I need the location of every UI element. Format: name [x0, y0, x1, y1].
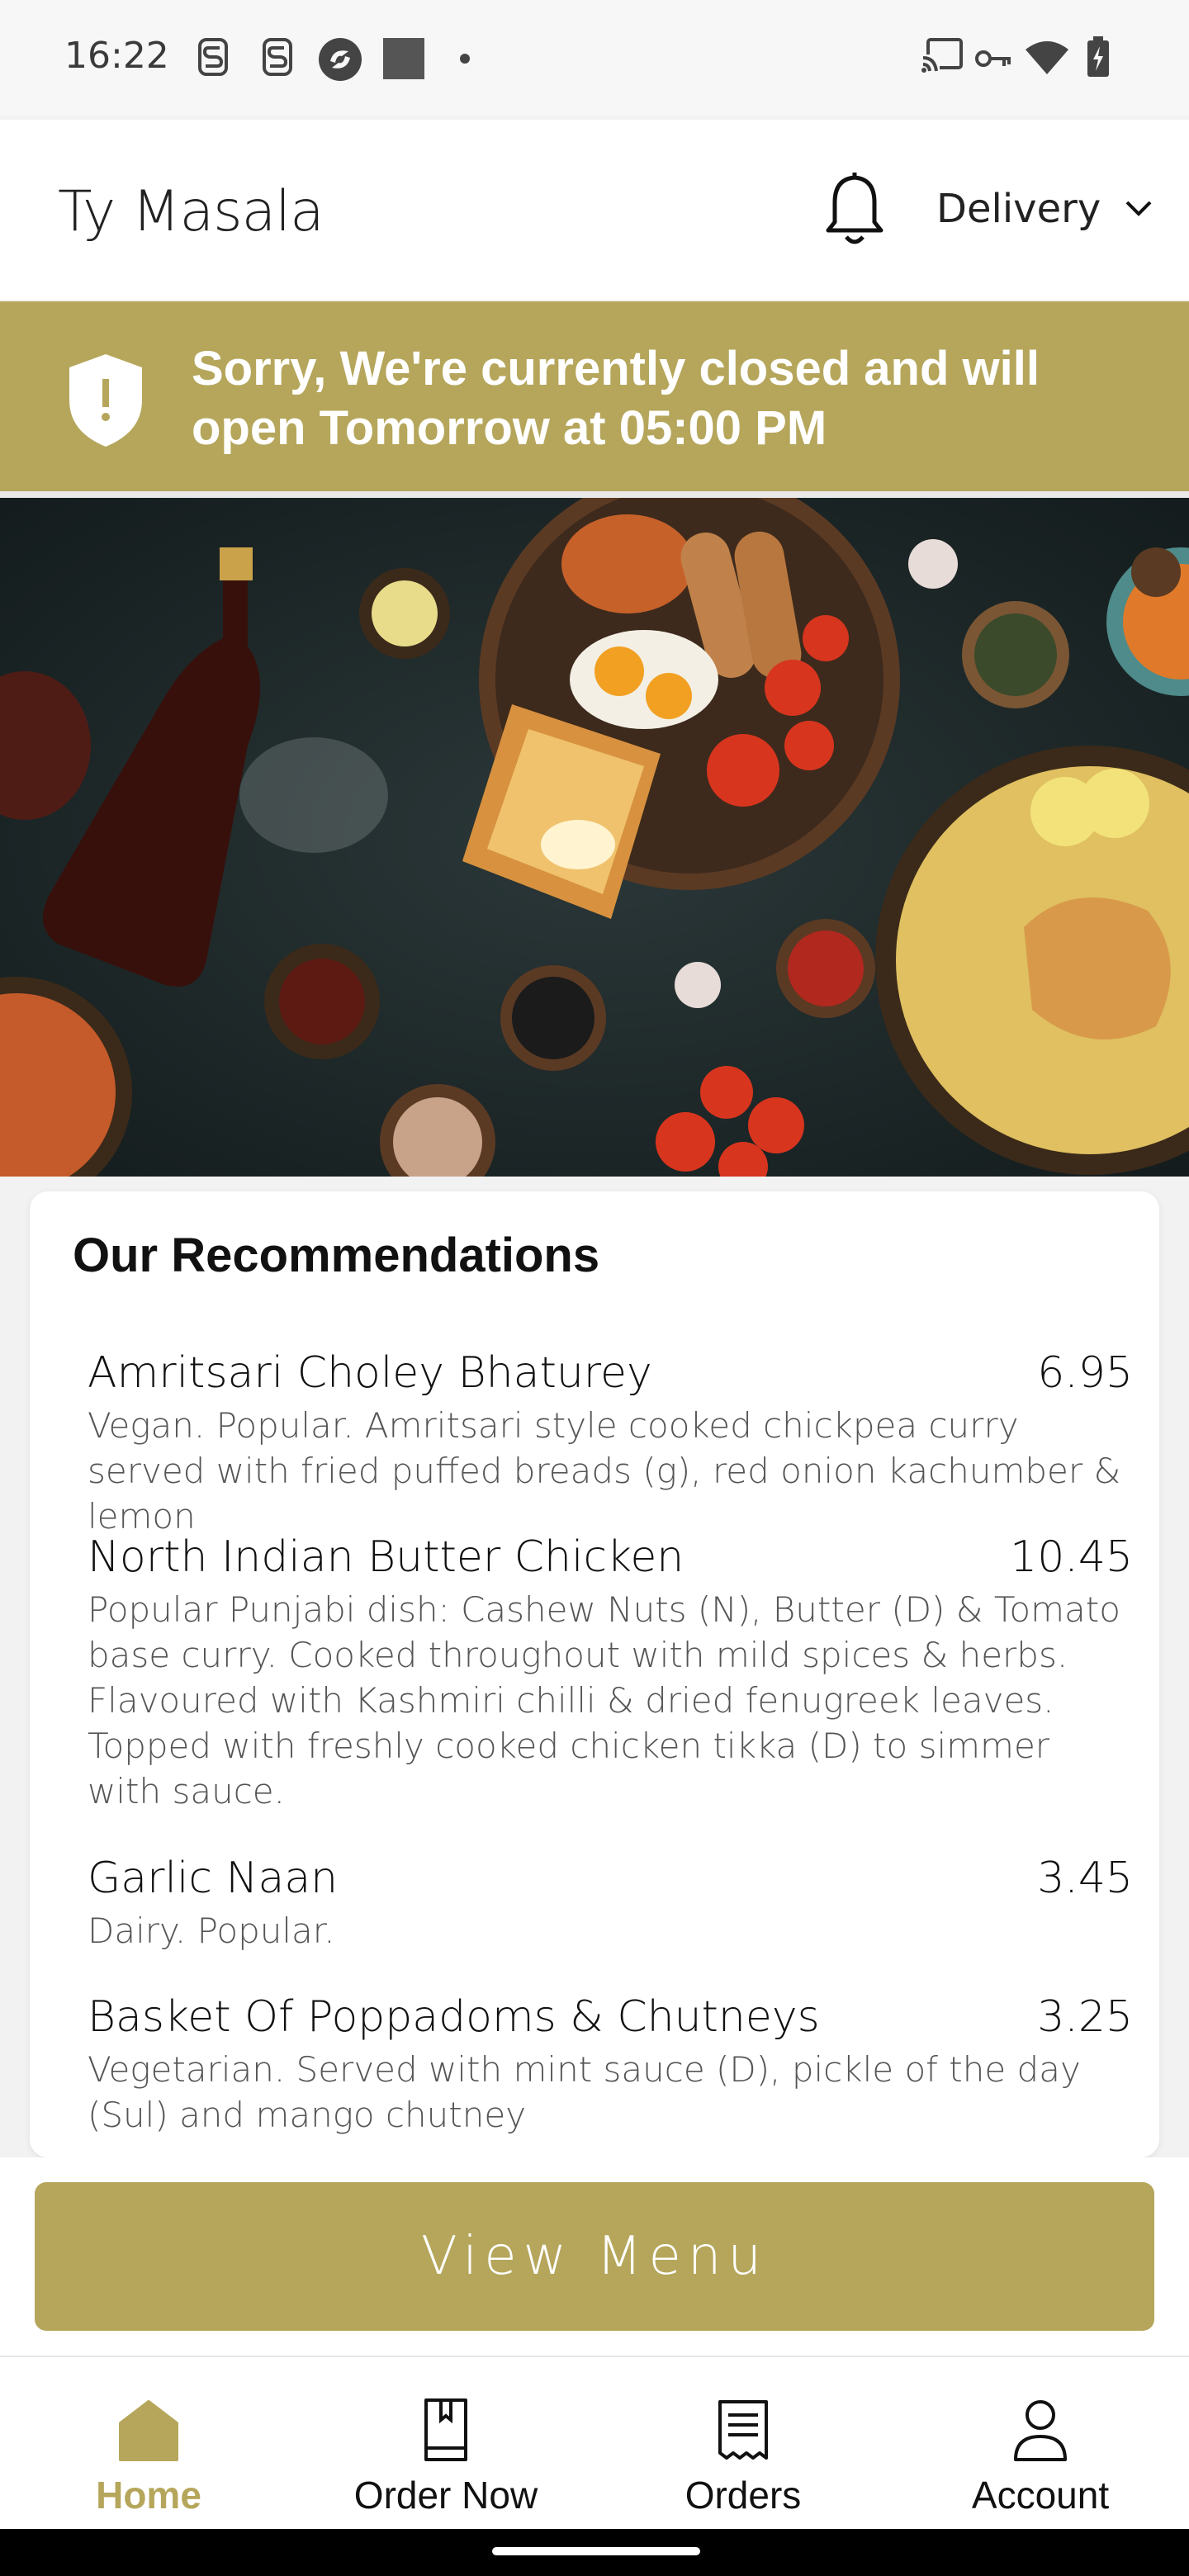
- cast-icon: [921, 38, 963, 73]
- menu-item-description: Vegetarian. Served with mint sauce (D), …: [88, 2049, 1081, 2135]
- closed-message: Sorry, We're currently closed and will o…: [192, 342, 1040, 455]
- nav-account-label: Account: [971, 2474, 1110, 2517]
- recommendations-card: Our Recommendations Amritsari Choley Bha…: [30, 1191, 1159, 2157]
- vpn-key-icon: [975, 50, 1011, 67]
- nav-order-now-label: Order Now: [353, 2474, 538, 2517]
- notification-s-icon: [198, 38, 228, 76]
- chevron-down-icon: [1125, 201, 1152, 216]
- notification-s-icon: [263, 38, 292, 76]
- closed-banner: Sorry, We're currently closed and will o…: [0, 301, 1189, 491]
- recommendations-title: Our Recommendations: [73, 1229, 600, 1282]
- shield-alert-icon: [69, 354, 142, 447]
- divider: [0, 491, 1189, 498]
- delivery-label: Delivery: [936, 186, 1101, 232]
- menu-item-name: Basket Of Poppadoms & Chutneys: [88, 1992, 820, 2042]
- menu-item-description: Popular Punjabi dish: Cashew Nuts (N), B…: [88, 1589, 1120, 1811]
- view-menu-container: View Menu: [0, 2157, 1189, 2356]
- nav-order-now[interactable]: Order Now: [297, 2357, 594, 2529]
- menu-item-price: 6.95: [1037, 1348, 1133, 1398]
- status-time: 16:22: [64, 35, 169, 77]
- home-gesture-handle[interactable]: [492, 2547, 700, 2555]
- menu-item-name: North Indian Butter Chicken: [88, 1532, 685, 1582]
- app-header: Ty Masala Delivery: [0, 120, 1189, 300]
- bottom-navigation: Home Order Now Orders Account: [0, 2356, 1189, 2529]
- menu-item-name: Amritsari Choley Bhaturey: [88, 1348, 652, 1398]
- menu-item[interactable]: North Indian Butter Chicken 10.45 Popula…: [88, 1532, 1133, 1814]
- nav-account[interactable]: Account: [892, 2357, 1189, 2529]
- app-square-icon: [383, 38, 424, 79]
- dot-icon: [460, 54, 470, 64]
- wifi-icon: [1026, 41, 1068, 74]
- receipt-icon: [718, 2400, 768, 2460]
- home-icon: [119, 2400, 178, 2461]
- menu-item-price: 3.25: [1037, 1992, 1133, 2042]
- delivery-selector[interactable]: Delivery: [936, 176, 1155, 242]
- bell-icon[interactable]: [822, 169, 888, 252]
- menu-item-price: 10.45: [1010, 1532, 1133, 1582]
- hero-food-image: [0, 498, 1189, 1177]
- menu-item-description: Dairy. Popular.: [88, 1911, 335, 1951]
- restaurant-title: Ty Masala: [58, 179, 324, 244]
- menu-item[interactable]: Garlic Naan 3.45 Dairy. Popular.: [88, 1854, 1133, 1953]
- gesture-bar: [0, 2529, 1189, 2576]
- nav-home[interactable]: Home: [0, 2357, 297, 2529]
- nav-orders[interactable]: Orders: [594, 2357, 892, 2529]
- menu-item[interactable]: Basket Of Poppadoms & Chutneys 3.25 Vege…: [88, 1992, 1133, 2138]
- nav-orders-label: Orders: [685, 2474, 802, 2517]
- person-icon: [1014, 2400, 1067, 2461]
- menu-item-price: 3.45: [1037, 1854, 1133, 1903]
- battery-charging-icon: [1087, 36, 1109, 77]
- status-bar: 16:22: [0, 0, 1189, 116]
- food-spread-image: [0, 498, 1189, 1177]
- menu-item-name: Garlic Naan: [88, 1854, 339, 1903]
- menu-item-description: Vegan. Popular. Amritsari style cooked c…: [88, 1405, 1121, 1537]
- book-icon: [424, 2398, 467, 2461]
- view-menu-button[interactable]: View Menu: [35, 2182, 1154, 2331]
- app-circle-icon: [319, 38, 362, 81]
- nav-home-label: Home: [96, 2474, 201, 2517]
- menu-item[interactable]: Amritsari Choley Bhaturey 6.95 Vegan. Po…: [88, 1348, 1133, 1539]
- beans-graphic: [561, 514, 694, 613]
